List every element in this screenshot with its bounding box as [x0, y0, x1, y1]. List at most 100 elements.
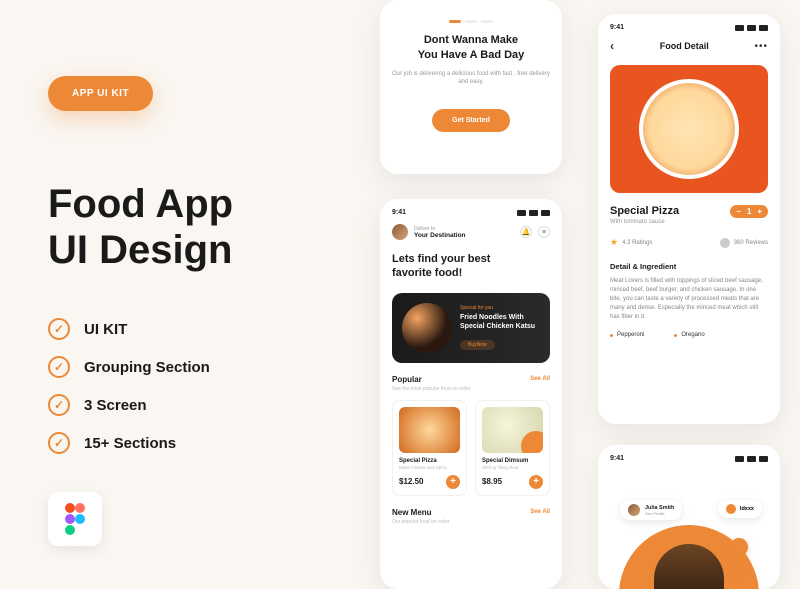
pizza-graphic	[639, 79, 739, 179]
hero-line-1: Lets find your best	[392, 253, 490, 265]
pizza-image	[399, 407, 460, 453]
onboard-title: Dont Wanna Make You Have A Bad Day	[392, 33, 550, 64]
food-price: $8.95	[482, 477, 502, 486]
bell-icon[interactable]: 🔔	[520, 226, 532, 238]
chat-icon	[720, 238, 730, 248]
rating-text: 4.3 Ratings	[622, 240, 652, 246]
location-selector[interactable]: Deliver toYour Destination	[414, 226, 514, 239]
page-indicator	[392, 20, 550, 23]
food-sub: Meat Cheese and Spicy	[399, 465, 460, 470]
food-name: Special Dimsum	[482, 458, 543, 464]
avatar	[628, 504, 640, 516]
plus-button[interactable]: +	[757, 207, 762, 216]
new-menu-heading: New Menu	[392, 508, 432, 517]
buy-button[interactable]: BuyNow	[460, 340, 495, 350]
feature-label: 15+ Sections	[84, 435, 176, 452]
product-subtitle: With tommato sauce	[610, 219, 679, 225]
deliver-value: Your Destination	[414, 232, 514, 239]
special-title: Fried Noodles With Special Chicken Katsu	[460, 313, 540, 331]
popular-grid: Special PizzaMeat Cheese and Spicy $12.50…	[392, 400, 550, 496]
detail-header: ‹ Food Detail •••	[610, 39, 768, 53]
heading-line-1: Food App	[48, 181, 348, 227]
meta-row: ★ 4.3 Ratings 360 Reviews	[610, 237, 768, 248]
ingredient-item: Oregano	[674, 332, 704, 338]
onboard-subtitle: Our job is delivering a delicious food w…	[392, 70, 550, 87]
add-button[interactable]: +	[446, 475, 460, 489]
onboard-line-2: You Have A Bad Day	[418, 49, 525, 61]
special-card[interactable]: Special for you Fried Noodles With Specia…	[392, 293, 550, 363]
star-icon: ★	[610, 237, 618, 248]
header-row: Deliver toYour Destination 🔔 ≡	[392, 224, 550, 240]
more-icon[interactable]: •••	[754, 41, 768, 52]
feature-item: ✓ 3 Screen	[48, 394, 348, 416]
check-icon: ✓	[48, 318, 70, 340]
profile-name: Julia Smith	[645, 505, 674, 511]
onboarding-screen: Dont Wanna Make You Have A Bad Day Our jo…	[380, 0, 562, 174]
status-bar: 9:41	[610, 455, 768, 462]
detail-title: Food Detail	[660, 41, 709, 51]
reviews-block[interactable]: 360 Reviews	[720, 238, 768, 248]
food-price: $12.50	[399, 477, 423, 486]
onboard-line-1: Dont Wanna Make	[424, 34, 518, 46]
page-title: Food App UI Design	[48, 181, 348, 273]
detail-section-title: Detail & Ingredient	[610, 262, 768, 271]
pizza-hero-image	[610, 65, 768, 193]
qty-value: 1	[747, 207, 751, 216]
quantity-stepper[interactable]: −1 +	[730, 205, 768, 218]
minus-button[interactable]: −	[736, 207, 741, 216]
avatar[interactable]	[392, 224, 408, 240]
feature-item: ✓ UI KIT	[48, 318, 348, 340]
food-name: Special Pizza	[399, 458, 460, 464]
rating-block: ★ 4.3 Ratings	[610, 237, 652, 248]
hero-text: Lets find your best favorite food!	[392, 252, 550, 281]
status-icons	[735, 456, 768, 462]
check-icon: ✓	[48, 356, 70, 378]
heading-line-2: UI Design	[48, 227, 348, 273]
get-started-button[interactable]: Get Started	[432, 109, 510, 132]
dimsum-image	[482, 407, 543, 453]
feature-list: ✓ UI KIT ✓ Grouping Section ✓ 3 Screen ✓ 15+…	[48, 318, 348, 454]
feature-label: 3 Screen	[84, 397, 147, 414]
detail-screen: 9:41 ‹ Food Detail ••• Special Pizza With t…	[598, 14, 780, 424]
figma-icon	[48, 492, 102, 546]
noodles-image	[402, 303, 452, 353]
profile-action: See Profile	[645, 511, 674, 516]
fab-icon[interactable]	[730, 538, 748, 556]
food-card-dimsum[interactable]: Special DimsumShrimp filling clear $8.95 +	[475, 400, 550, 496]
id-pill[interactable]: Idxxx	[718, 500, 762, 518]
status-icons	[517, 210, 550, 216]
product-name: Special Pizza	[610, 205, 679, 217]
status-time: 9:41	[392, 209, 406, 216]
see-all-link[interactable]: See All	[530, 509, 550, 515]
ingredient-list: Pepperoni Oregano	[610, 332, 768, 338]
profile-screen: 9:41 Julia SmithSee Profile Idxxx	[598, 445, 780, 589]
add-button[interactable]: +	[529, 475, 543, 489]
status-time: 9:41	[610, 455, 624, 462]
status-bar: 9:41	[610, 24, 768, 31]
food-card-pizza[interactable]: Special PizzaMeat Cheese and Spicy $12.50…	[392, 400, 467, 496]
menu-icon[interactable]: ≡	[538, 226, 550, 238]
status-icons	[735, 25, 768, 31]
kit-badge: APP UI KIT	[48, 76, 153, 111]
check-icon: ✓	[48, 394, 70, 416]
feature-label: Grouping Section	[84, 359, 210, 376]
check-icon: ✓	[48, 432, 70, 454]
home-screen: 9:41 Deliver toYour Destination 🔔 ≡ Lets…	[380, 199, 562, 589]
special-label: Special for you	[460, 305, 540, 311]
detail-description: Meat Lovers is filled with toppings of s…	[610, 277, 768, 322]
status-time: 9:41	[610, 24, 624, 31]
reviews-text: 360 Reviews	[734, 240, 768, 246]
feature-label: UI KIT	[84, 321, 127, 338]
status-bar: 9:41	[392, 209, 550, 216]
food-sub: Shrimp filling clear	[482, 465, 543, 470]
profile-pill[interactable]: Julia SmithSee Profile	[620, 500, 682, 520]
new-menu-subtitle: Our popular food on order	[392, 519, 550, 525]
hero-line-2: favorite food!	[392, 267, 462, 279]
back-icon[interactable]: ‹	[610, 39, 614, 53]
feature-item: ✓ 15+ Sections	[48, 432, 348, 454]
ingredient-item: Pepperoni	[610, 332, 644, 338]
popular-heading: Popular	[392, 375, 422, 384]
feature-item: ✓ Grouping Section	[48, 356, 348, 378]
see-all-link[interactable]: See All	[530, 376, 550, 382]
fab-icon[interactable]	[738, 570, 756, 588]
